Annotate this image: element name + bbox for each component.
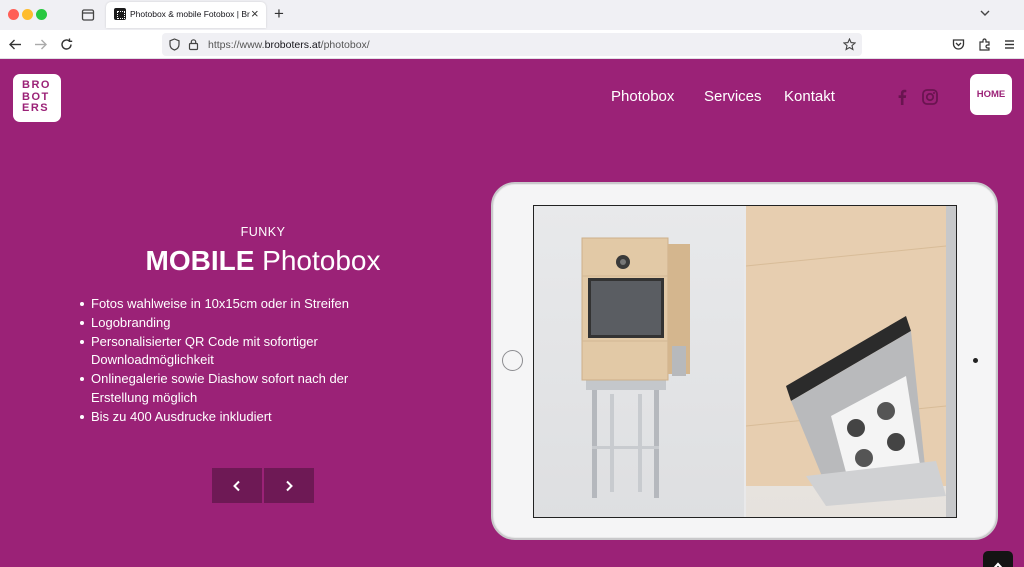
chevron-up-icon [993, 562, 1003, 567]
chevron-right-icon [286, 480, 293, 492]
tablet-home-button [502, 350, 523, 371]
maximize-window-button[interactable] [36, 9, 47, 20]
tablet-camera [973, 358, 978, 363]
slider-next-button[interactable] [264, 468, 314, 503]
browser-nav-bar: https://www.broboters.at/photobox/ [0, 30, 1024, 59]
pocket-icon[interactable] [951, 37, 966, 52]
shield-icon[interactable] [168, 38, 181, 51]
list-item: Logobranding [79, 314, 399, 333]
new-tab-icon[interactable]: + [274, 4, 284, 24]
site-logo[interactable]: BRO BOT ERS [13, 74, 61, 122]
list-item: Bis zu 400 Ausdrucke inkludiert [79, 408, 399, 427]
minimize-window-button[interactable] [22, 9, 33, 20]
close-window-button[interactable] [8, 9, 19, 20]
hero-headline: MOBILE Photobox [0, 245, 526, 277]
reload-icon[interactable] [59, 37, 74, 52]
chevron-down-icon[interactable] [978, 6, 992, 20]
photostrip-photo [745, 206, 956, 517]
browser-tab-bar: Photobox & mobile Fotobox | Broboters × … [0, 0, 1024, 30]
tab-title: Photobox & mobile Fotobox | Broboters [130, 9, 250, 19]
nav-link-photobox[interactable]: Photobox [611, 88, 674, 105]
bookmark-star-icon[interactable] [843, 38, 856, 51]
tablet-screen [533, 205, 957, 518]
hamburger-menu-icon[interactable] [1002, 37, 1017, 52]
photobox-illustration [581, 237, 690, 498]
tab-list-icon[interactable] [80, 7, 96, 23]
nav-link-services[interactable]: Services [704, 88, 762, 105]
extensions-icon[interactable] [977, 37, 992, 52]
url-text[interactable]: https://www.broboters.at/photobox/ [208, 39, 370, 51]
headline-bold: MOBILE [145, 245, 255, 276]
lock-icon[interactable] [187, 38, 200, 51]
list-item: Personalisierter QR Code mit sofortiger … [79, 333, 399, 371]
list-item: Onlinegalerie sowie Diashow sofort nach … [79, 370, 399, 408]
forward-arrow-icon[interactable] [33, 37, 48, 52]
active-tab[interactable]: Photobox & mobile Fotobox | Broboters × [106, 2, 266, 28]
home-button[interactable]: HOME [970, 74, 1012, 115]
address-bar[interactable]: https://www.broboters.at/photobox/ [162, 33, 862, 56]
site-favicon-icon [114, 8, 126, 20]
list-item: Fotos wahlweise in 10x15cm oder in Strei… [79, 295, 399, 314]
chevron-left-icon [233, 480, 240, 492]
facebook-icon[interactable] [893, 88, 911, 106]
nav-link-kontakt[interactable]: Kontakt [784, 88, 835, 105]
scroll-to-top-button[interactable] [983, 551, 1013, 567]
logo-line: ERS [22, 102, 50, 114]
photobox-photo [534, 206, 744, 517]
slider-prev-button[interactable] [212, 468, 262, 503]
close-tab-icon[interactable]: × [251, 7, 259, 20]
tablet-mockup [491, 182, 998, 540]
hero-subtitle: FUNKY [240, 225, 286, 239]
page-content: BRO BOT ERS Photobox Services Kontakt HO… [0, 59, 1024, 567]
headline-light: Photobox [262, 245, 381, 276]
back-arrow-icon[interactable] [8, 37, 23, 52]
logo-line: BRO [22, 79, 51, 91]
feature-list: Fotos wahlweise in 10x15cm oder in Strei… [79, 295, 399, 427]
photostrip-illustration [745, 206, 956, 517]
instagram-icon[interactable] [921, 88, 939, 106]
